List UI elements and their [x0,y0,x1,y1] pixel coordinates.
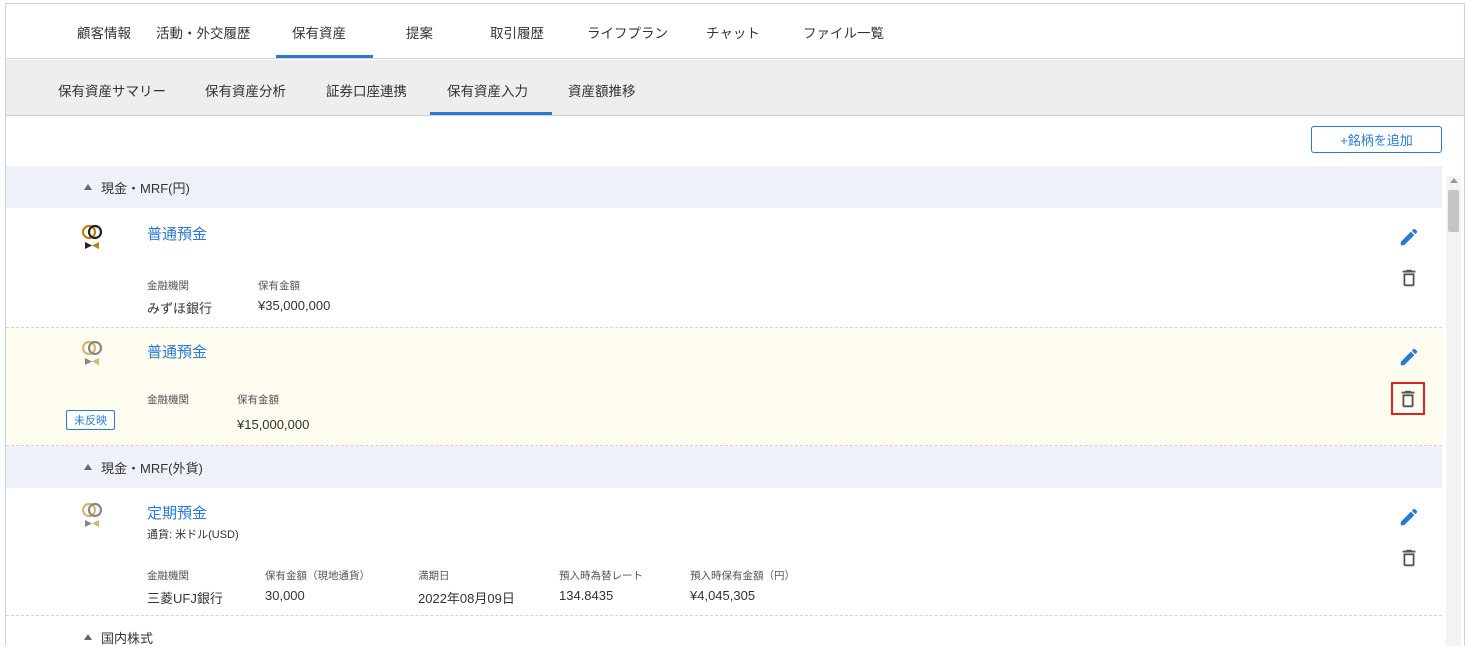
institution-label: 金融機関 [147,280,189,292]
trash-icon [1402,549,1416,567]
active-subtab-indicator [430,112,552,115]
pencil-icon [1400,228,1418,246]
subtab-asset-trend[interactable]: 資産額推移 [568,80,636,100]
maturity-value: 2022年08月09日 [418,591,515,606]
tab-holdings[interactable]: 保有資産 [292,22,346,42]
amount-label: 保有金額 [258,280,300,292]
tab-chat[interactable]: チャット [706,22,760,42]
active-tab-indicator [276,55,373,58]
bank-logo-icon [81,224,103,249]
institution-value: みずほ銀行 [147,301,213,316]
bank-logo-icon [81,340,103,365]
tab-proposal[interactable]: 提案 [406,22,433,42]
scroll-thumb[interactable] [1448,190,1459,232]
tab-customer-info[interactable]: 顧客情報 [77,22,131,42]
holdings-list: 現金・MRF(円) 普通預金 金融機関 保有金額 みずほ銀行 ¥35,000,0… [6,166,1442,646]
holding-row: 定期預金 通貨: 米ドル(USD) 金融機関 保有金額（現地通貨） 満期日 預入… [6,488,1442,616]
amount-local-value: 30,000 [265,588,305,603]
institution-value: 三菱UFJ銀行 [147,591,223,606]
institution-label: 金融機関 [147,570,189,582]
currency-subtitle: 通貨: 米ドル(USD) [147,529,239,541]
section-title: 現金・MRF(外貨) [101,460,203,476]
collapse-triangle-icon[interactable] [84,464,92,470]
holding-row-pending: 普通預金 金融機関 保有金額 未反映 ¥15,000,000 [6,328,1442,446]
unreflected-badge: 未反映 [66,410,115,430]
bank-logo-icon [81,502,103,527]
subtab-holdings-summary[interactable]: 保有資産サマリー [58,80,166,100]
trash-icon [1402,269,1416,287]
institution-label: 金融機関 [147,394,189,406]
fx-rate-label: 預入時為替レート [559,570,643,582]
holding-title-link[interactable]: 普通預金 [147,223,207,244]
subtab-holdings-input[interactable]: 保有資産入力 [447,80,528,100]
main-tab-bar: 顧客情報 活動・外交履歴 保有資産 提案 取引履歴 ライフプラン チャット ファ… [6,4,1464,59]
pencil-icon [1400,508,1418,526]
amount-value: ¥15,000,000 [237,417,310,432]
section-title: 現金・MRF(円) [101,180,190,196]
pencil-icon [1400,348,1418,366]
holding-title-link[interactable]: 普通預金 [147,341,207,362]
tab-activity-history[interactable]: 活動・外交履歴 [156,22,251,42]
delete-button[interactable] [1396,265,1422,291]
delete-button[interactable] [1396,545,1422,571]
sub-tab-bar: 保有資産サマリー 保有資産分析 証券口座連携 保有資産入力 資産額推移 [6,60,1464,116]
edit-button[interactable] [1396,344,1422,370]
holding-title-link[interactable]: 定期預金 [147,502,207,523]
subtab-holdings-analysis[interactable]: 保有資産分析 [205,80,286,100]
fx-rate-value: 134.8435 [559,588,614,603]
amount-label: 保有金額 [237,394,279,406]
amount-value: ¥35,000,000 [258,298,331,313]
section-header-cash-jpy: 現金・MRF(円) [6,166,1442,208]
tab-life-plan[interactable]: ライフプラン [587,22,668,42]
subtab-brokerage-link[interactable]: 証券口座連携 [326,80,407,100]
edit-button[interactable] [1396,224,1422,250]
collapse-triangle-icon[interactable] [84,634,92,640]
section-title: 国内株式 [101,630,154,646]
maturity-label: 満期日 [418,570,450,582]
list-scrollbar[interactable] [1446,176,1461,646]
amount-local-label: 保有金額（現地通貨） [265,570,370,582]
trash-icon [1401,390,1415,407]
scroll-up-arrow-icon[interactable] [1450,178,1458,183]
holding-row: 普通預金 金融機関 保有金額 みずほ銀行 ¥35,000,000 [6,208,1442,328]
amount-jpy-value: ¥4,045,305 [690,588,756,603]
tab-file-list[interactable]: ファイル一覧 [803,22,884,42]
section-header-domestic-stocks: 国内株式 [6,616,1442,646]
tab-transaction-history[interactable]: 取引履歴 [490,22,544,42]
add-security-button[interactable]: +銘柄を追加 [1311,126,1442,153]
delete-button[interactable] [1391,382,1425,415]
edit-button[interactable] [1396,504,1422,530]
amount-jpy-label: 預入時保有金額（円） [690,570,795,582]
section-header-cash-foreign: 現金・MRF(外貨) [6,446,1442,488]
collapse-triangle-icon[interactable] [84,184,92,190]
app-frame: 顧客情報 活動・外交履歴 保有資産 提案 取引履歴 ライフプラン チャット ファ… [5,3,1465,646]
